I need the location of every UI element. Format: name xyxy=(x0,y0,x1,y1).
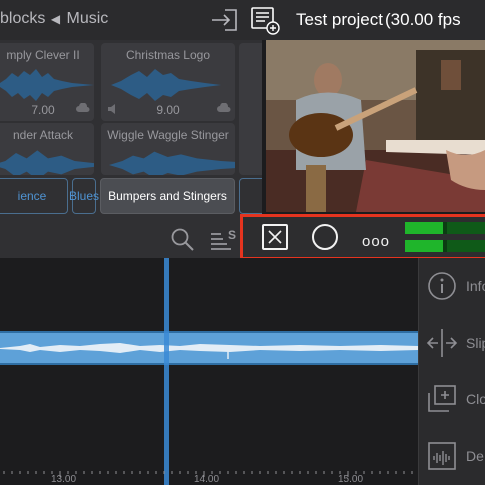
meter-level xyxy=(405,240,443,252)
close-button[interactable] xyxy=(262,224,288,250)
breadcrumb-current[interactable]: Music xyxy=(67,10,109,27)
meter-track xyxy=(447,240,485,252)
category-chip[interactable] xyxy=(239,178,262,214)
playhead[interactable] xyxy=(164,258,169,485)
slip-icon[interactable] xyxy=(426,327,458,359)
inspector-item-info[interactable]: Info xyxy=(466,278,485,294)
sound-tile[interactable]: Wiggle Waggle Stinger xyxy=(101,123,235,175)
inspector-item-detach[interactable]: De xyxy=(466,448,484,464)
clone-icon[interactable] xyxy=(426,383,458,415)
cloud-icon xyxy=(76,103,90,112)
import-icon[interactable] xyxy=(211,8,239,32)
waveform-icon xyxy=(111,69,221,101)
audio-clip[interactable] xyxy=(0,331,418,365)
more-button[interactable]: ooo xyxy=(362,233,390,250)
category-chip[interactable]: ience xyxy=(0,178,68,214)
sound-title: Christmas Logo xyxy=(125,48,211,62)
sound-tile[interactable]: Christmas Logo 9.00 xyxy=(101,43,235,121)
breadcrumb: blocks ◀ Music xyxy=(0,10,108,28)
waveform-icon xyxy=(0,150,94,175)
search-icon[interactable] xyxy=(170,227,196,253)
ruler-label: 13.00 xyxy=(51,474,77,485)
project-settings-icon[interactable] xyxy=(250,5,280,35)
sound-tile[interactable]: nder Attack xyxy=(0,123,94,175)
info-icon[interactable] xyxy=(426,270,458,302)
cloud-icon xyxy=(217,103,231,112)
category-chip-blues[interactable]: Blues xyxy=(69,178,99,214)
detach-icon[interactable] xyxy=(426,440,458,472)
sound-title: Wiggle Waggle Stinger xyxy=(107,128,229,142)
waveform-icon xyxy=(108,151,235,175)
sound-tile[interactable] xyxy=(239,43,262,175)
sound-tile[interactable]: mply Clever II 7.00 xyxy=(0,43,94,121)
ruler-label: 15.00 xyxy=(338,474,364,485)
sound-duration: 9.00 xyxy=(156,103,180,117)
sound-title: mply Clever II xyxy=(6,48,80,62)
audio-meter-left xyxy=(405,222,485,234)
record-button[interactable] xyxy=(312,224,338,250)
sort-icon[interactable]: S xyxy=(209,228,239,252)
timeline[interactable] xyxy=(0,258,418,485)
meter-track xyxy=(447,222,485,234)
inspector-item-slip[interactable]: Slip xyxy=(466,335,485,351)
ruler-label: 14.00 xyxy=(194,474,220,485)
audio-meter-right xyxy=(405,240,485,252)
inspector-item-clone[interactable]: Clo xyxy=(466,391,485,407)
project-title: Test project xyxy=(296,10,383,29)
breadcrumb-parent[interactable]: blocks xyxy=(0,10,45,27)
svg-text:S: S xyxy=(228,228,236,242)
media-browser: mply Clever II 7.00 Christmas Logo 9.00 … xyxy=(0,40,262,258)
meter-level xyxy=(405,222,443,234)
project-fps: (30.00 fps xyxy=(385,10,461,29)
sound-title: nder Attack xyxy=(12,128,74,142)
chevron-left-icon: ◀ xyxy=(50,12,61,26)
category-chip-bumpers[interactable]: Bumpers and Stingers xyxy=(100,178,235,214)
close-icon xyxy=(268,230,282,244)
video-viewer[interactable] xyxy=(266,40,485,212)
waveform-icon xyxy=(0,69,94,101)
